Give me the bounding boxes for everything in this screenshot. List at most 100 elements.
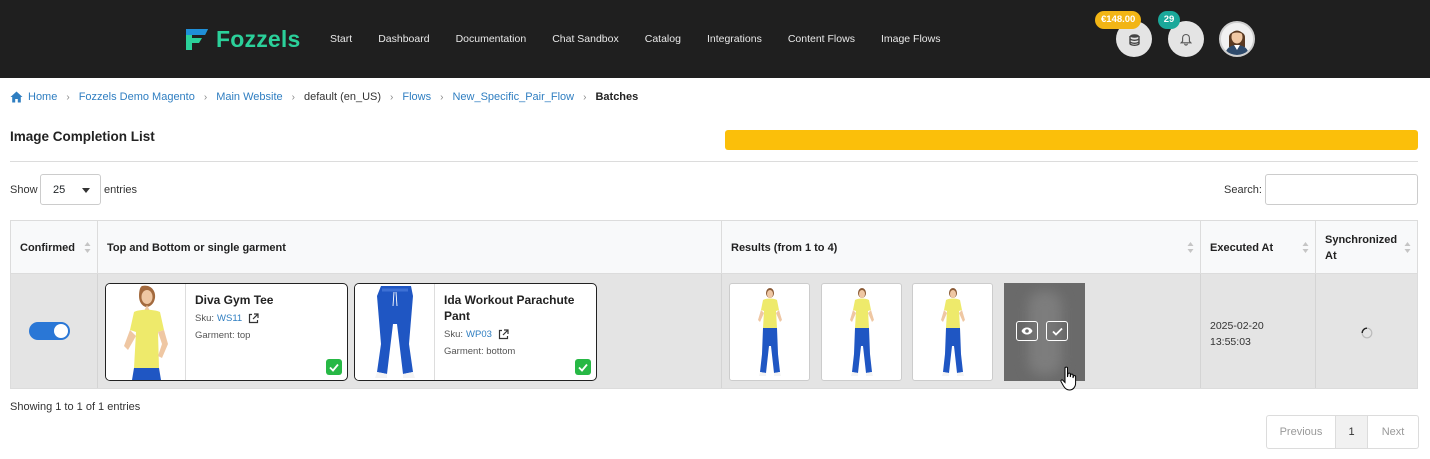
column-synchronized-label: Synchronized At: [1325, 233, 1398, 262]
pagination-page-1[interactable]: 1: [1336, 416, 1368, 448]
check-icon: [1051, 327, 1063, 336]
sort-icon: [84, 242, 91, 253]
column-results-label: Results (from 1 to 4): [731, 241, 838, 254]
results-cell: [722, 274, 1201, 388]
result-image-3[interactable]: [912, 283, 993, 381]
fozzels-logo-icon: [186, 29, 208, 50]
avatar-portrait-icon: [1221, 23, 1253, 55]
column-garment: Top and Bottom or single garment: [98, 221, 722, 274]
garment-sku: Sku: WS11: [195, 313, 259, 324]
breadcrumb-current: Batches: [595, 91, 639, 103]
result-image-1[interactable]: [729, 283, 810, 381]
nav-start[interactable]: Start: [330, 33, 352, 45]
sort-icon: [1187, 242, 1194, 253]
credit-balance-badge: €148.00: [1095, 11, 1142, 29]
toggle-knob: [54, 324, 68, 338]
nav-documentation[interactable]: Documentation: [456, 33, 527, 45]
column-garment-label: Top and Bottom or single garment: [107, 241, 286, 254]
nav-content-flows[interactable]: Content Flows: [788, 33, 855, 45]
hand-cursor-icon: [1060, 366, 1077, 391]
image-completion-table: Confirmed Top and Bottom or single garme…: [10, 220, 1418, 389]
nav-dashboard[interactable]: Dashboard: [378, 33, 429, 45]
garment-type: Garment: bottom: [444, 346, 516, 357]
check-badge: [575, 359, 591, 375]
executed-at-cell: 2025-02-20 13:55:03: [1201, 274, 1316, 388]
caret-down-icon: [82, 188, 90, 193]
pagination-previous[interactable]: Previous: [1267, 416, 1336, 448]
brand-logo[interactable]: Fozzels: [184, 24, 300, 54]
table-row: Diva Gym Tee Sku: WS11 Garment: top Ida …: [11, 274, 1417, 388]
check-badge: [326, 359, 342, 375]
column-synchronized-at[interactable]: Synchronized At: [1316, 221, 1417, 274]
progress-fill: [725, 130, 1418, 150]
table-header: Confirmed Top and Bottom or single garme…: [11, 221, 1417, 274]
garment-sku: Sku: WP03: [444, 329, 509, 340]
column-results[interactable]: Results (from 1 to 4): [722, 221, 1201, 274]
brand-name: Fozzels: [216, 25, 301, 52]
external-link-icon[interactable]: [498, 329, 509, 340]
show-label: Show: [10, 184, 38, 196]
garment-name: Diva Gym Tee: [195, 293, 274, 307]
column-confirmed-label: Confirmed: [20, 241, 75, 254]
garment-cell: Diva Gym Tee Sku: WS11 Garment: top Ida …: [98, 274, 722, 388]
product-image-pant: [355, 284, 435, 380]
garment-card-bottom: Ida Workout Parachute Pant Sku: WP03 Gar…: [354, 283, 597, 381]
breadcrumb-chevron-icon: ›: [291, 91, 295, 103]
bell-icon: [1180, 33, 1192, 46]
external-link-icon[interactable]: [248, 313, 259, 324]
synchronized-at-cell: [1316, 274, 1417, 388]
search-label: Search:: [1224, 184, 1262, 196]
completion-progress-bar: [725, 130, 1418, 150]
home-icon[interactable]: [10, 91, 23, 103]
loading-spinner-icon: [1361, 327, 1373, 339]
sku-link[interactable]: WP03: [466, 329, 492, 340]
result-image-2[interactable]: [821, 283, 902, 381]
column-executed-label: Executed At: [1210, 241, 1274, 254]
confirmed-toggle[interactable]: [29, 322, 70, 340]
divider: [10, 161, 1418, 162]
result-model-image: [743, 284, 797, 380]
user-avatar[interactable]: [1219, 21, 1255, 57]
sort-icon: [1302, 242, 1309, 253]
sku-link[interactable]: WS11: [217, 313, 242, 324]
breadcrumb-chevron-icon: ›: [583, 91, 587, 103]
table-info: Showing 1 to 1 of 1 entries: [10, 401, 141, 413]
breadcrumb-flow[interactable]: New_Specific_Pair_Flow: [452, 91, 574, 103]
column-confirmed[interactable]: Confirmed: [11, 221, 98, 274]
sku-label: Sku:: [195, 313, 215, 324]
pagination: Previous 1 Next: [1266, 415, 1419, 449]
sku-label: Sku:: [444, 329, 464, 340]
nav-catalog[interactable]: Catalog: [645, 33, 681, 45]
top-navbar: Fozzels Start Dashboard Documentation Ch…: [0, 0, 1430, 78]
search-input[interactable]: [1265, 174, 1418, 205]
confirmed-cell: [11, 274, 98, 388]
breadcrumb-chevron-icon: ›: [390, 91, 394, 103]
notification-count-badge: 29: [1158, 11, 1180, 29]
preview-button[interactable]: [1016, 321, 1038, 341]
pagination-next[interactable]: Next: [1368, 416, 1418, 448]
result-model-image: [835, 284, 889, 380]
pant-model-image: [375, 286, 415, 378]
main-nav: Start Dashboard Documentation Chat Sandb…: [330, 33, 966, 45]
nav-chat-sandbox[interactable]: Chat Sandbox: [552, 33, 619, 45]
breadcrumb-flows[interactable]: Flows: [402, 91, 431, 103]
garment-type: Garment: top: [195, 330, 251, 341]
check-icon: [578, 363, 588, 372]
column-executed-at[interactable]: Executed At: [1201, 221, 1316, 274]
tee-model-image: [124, 285, 168, 380]
entries-label: entries: [104, 184, 138, 196]
breadcrumb-website[interactable]: Main Website: [216, 91, 282, 103]
select-result-button[interactable]: [1046, 321, 1068, 341]
breadcrumb: Home › Fozzels Demo Magento › Main Websi…: [10, 91, 638, 103]
breadcrumb-home[interactable]: Home: [28, 91, 57, 103]
breadcrumb-store[interactable]: Fozzels Demo Magento: [79, 91, 195, 103]
entries-per-page-select[interactable]: 25: [40, 174, 101, 205]
executed-at-value: 2025-02-20 13:55:03: [1210, 320, 1264, 348]
coins-icon: [1128, 33, 1140, 46]
nav-image-flows[interactable]: Image Flows: [881, 33, 941, 45]
check-icon: [329, 363, 339, 372]
nav-integrations[interactable]: Integrations: [707, 33, 762, 45]
sort-icon: [1404, 242, 1411, 253]
garment-card-top: Diva Gym Tee Sku: WS11 Garment: top: [105, 283, 348, 381]
result-model-image: [926, 284, 980, 380]
